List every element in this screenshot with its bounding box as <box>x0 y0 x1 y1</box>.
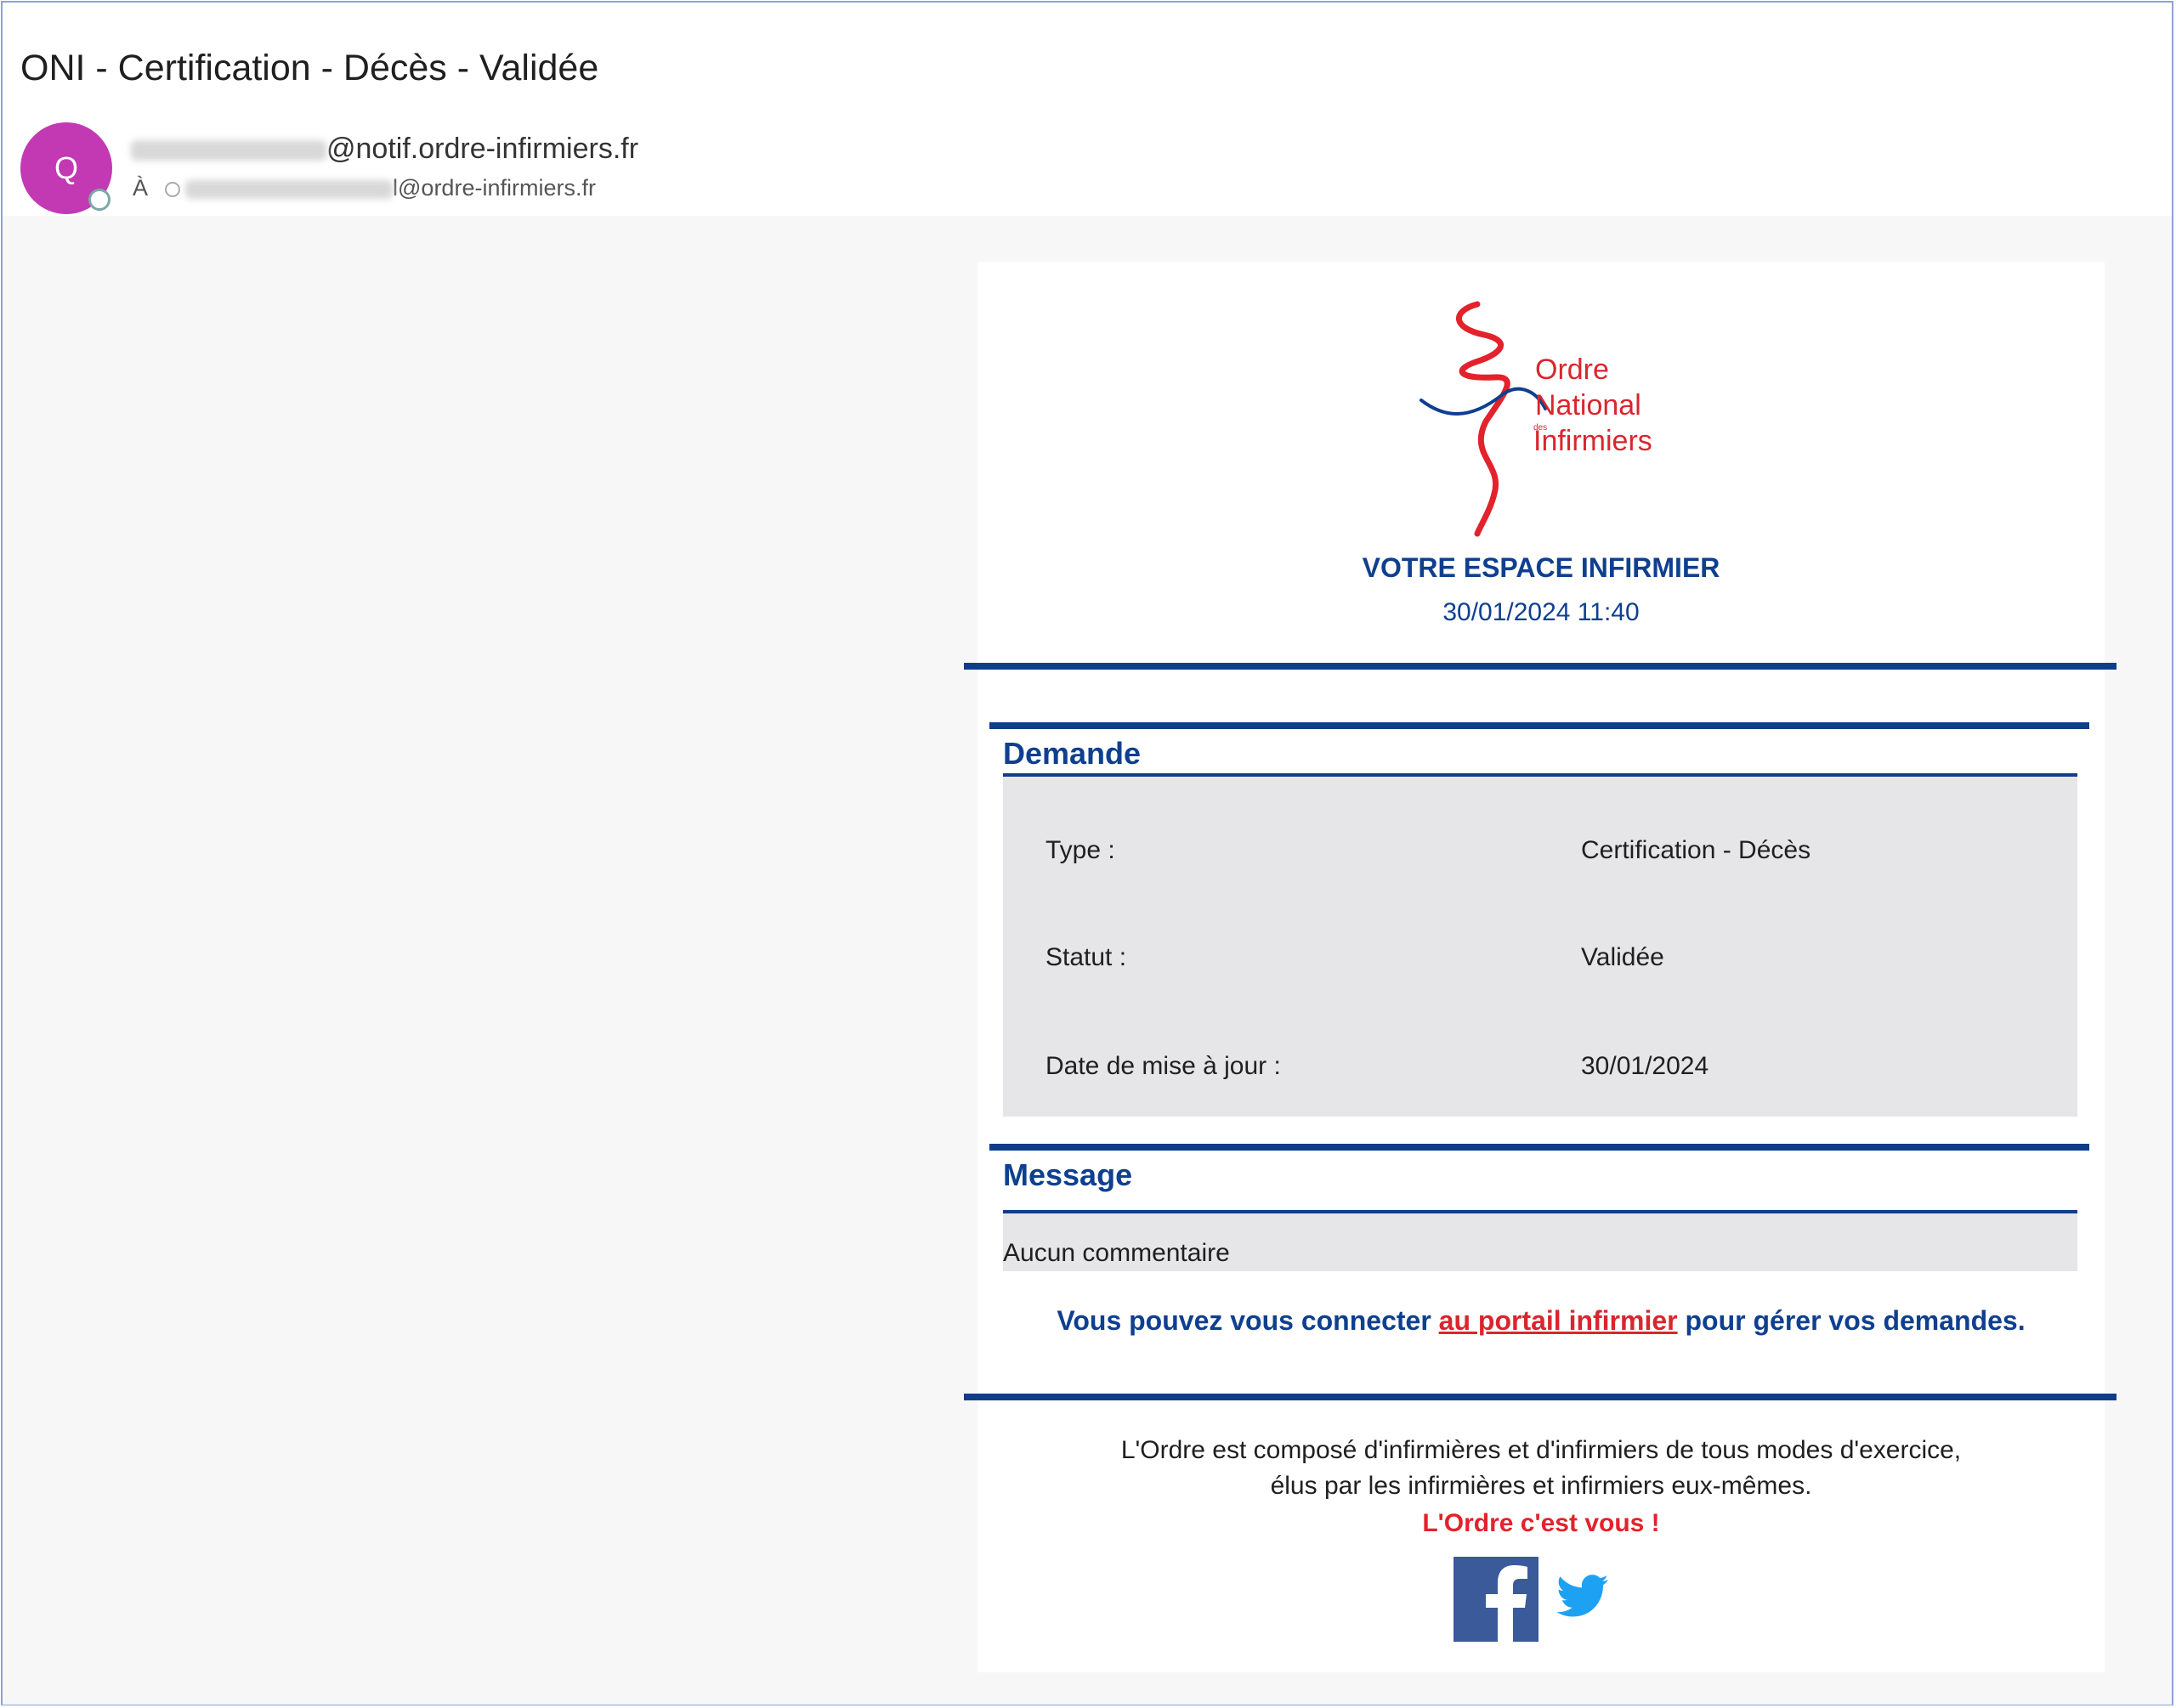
demande-title: Demande <box>1003 736 1142 771</box>
logo-word-national: National <box>1535 389 1641 421</box>
footer-line-1: L'Ordre est composé d'infirmières et d'i… <box>1120 1436 1962 1464</box>
recipient-domain[interactable]: l@ordre-infirmiers.fr <box>393 175 596 201</box>
message-top-rule <box>989 1144 2089 1151</box>
espace-heading: VOTRE ESPACE INFIRMIER <box>1362 552 1720 583</box>
avatar-initial: Q <box>54 150 78 185</box>
statut-value: Validée <box>1581 943 1664 971</box>
connect-after: pour gérer vos demandes. <box>1677 1305 2026 1336</box>
header-divider <box>964 663 2116 670</box>
date-value: 30/01/2024 <box>1581 1052 1709 1080</box>
footer-line-2: élus par les infirmières et infirmiers e… <box>1270 1472 1812 1500</box>
recipient-status-icon <box>165 181 181 197</box>
twitter-icon[interactable] <box>1556 1574 1610 1621</box>
date-label: Date de mise à jour : <box>1046 1052 1281 1080</box>
demande-top-rule <box>989 722 2089 729</box>
connect-before: Vous pouvez vous connecter <box>1057 1305 1439 1336</box>
timestamp: 30/01/2024 11:40 <box>1442 598 1640 626</box>
type-label: Type : <box>1046 836 1115 864</box>
message-title: Message <box>1003 1157 1133 1192</box>
sender-domain: @notif.ordre-infirmiers.fr <box>326 133 639 165</box>
email-subject: ONI - Certification - Décès - Validée <box>20 48 599 88</box>
presence-status-icon <box>88 189 110 211</box>
logo-word-infirmiers: Infirmiers <box>1533 425 1652 457</box>
oni-logo: Ordre National des Infirmiers <box>1420 301 1652 537</box>
logo-word-ordre: Ordre <box>1535 353 1609 386</box>
message-text: Aucun commentaire <box>1003 1239 1230 1267</box>
type-value: Certification - Décès <box>1581 836 1811 864</box>
redacted-sender <box>131 140 326 161</box>
portal-link[interactable]: au portail infirmier <box>1439 1305 1678 1336</box>
statut-label: Statut : <box>1046 943 1127 971</box>
facebook-icon[interactable] <box>1454 1557 1538 1642</box>
footer-divider <box>964 1394 2116 1400</box>
sender-address[interactable]: @notif.ordre-infirmiers.fr <box>131 133 638 166</box>
recipient-line: Àl@ordre-infirmiers.fr <box>133 175 596 201</box>
to-label: À <box>133 175 149 201</box>
footer-tagline: L'Ordre c'est vous ! <box>1422 1509 1660 1537</box>
redacted-recipient <box>185 179 394 199</box>
connect-sentence: Vous pouvez vous connecter au portail in… <box>964 1305 2118 1337</box>
